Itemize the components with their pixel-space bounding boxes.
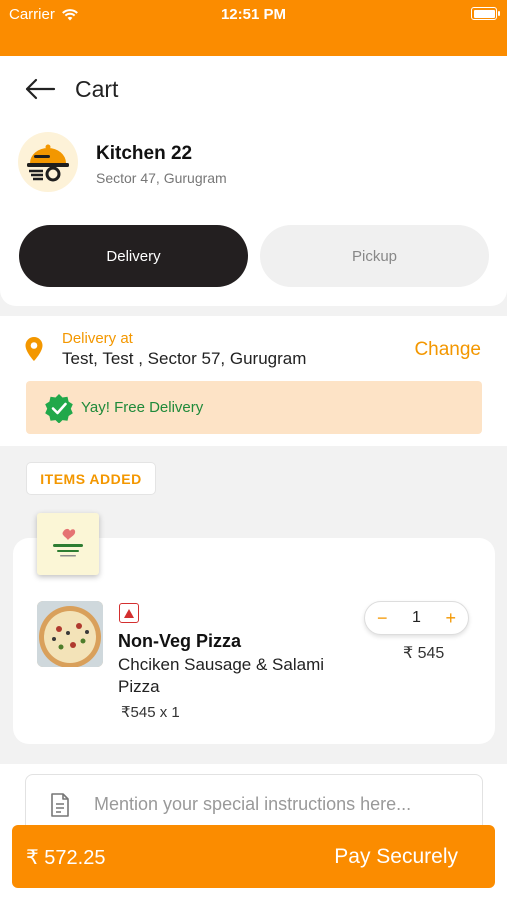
- item-name: Non-Veg Pizza: [118, 631, 242, 651]
- nav-bar: Cart: [0, 56, 507, 120]
- status-time: 12:51 PM: [220, 6, 287, 23]
- verified-badge-icon: [45, 394, 73, 423]
- back-arrow-icon[interactable]: [24, 78, 56, 100]
- status-bar: Carrier 12:51 PM: [0, 0, 507, 56]
- pizza-image: [37, 601, 103, 667]
- battery-icon: [471, 7, 500, 20]
- quantity-value: 1: [412, 609, 421, 626]
- item-description: Chciken Sausage & Salami Pizza: [118, 655, 325, 696]
- decrement-button[interactable]: −: [377, 608, 388, 629]
- delivery-address-card: Delivery at Test, Test , Sector 57, Guru…: [0, 316, 507, 446]
- restaurant-logo: [18, 132, 78, 192]
- item-total-price: ₹ 545: [403, 645, 445, 662]
- free-delivery-text: Yay! Free Delivery: [81, 399, 204, 416]
- food-cloche-icon: [27, 144, 69, 182]
- page-title: Cart: [75, 76, 119, 102]
- brand-logo: [37, 513, 99, 575]
- restaurant-card: Kitchen 22 Sector 47, Gurugram Delivery …: [0, 118, 507, 306]
- restaurant-name: Kitchen 22: [96, 143, 193, 164]
- free-delivery-banner: Yay! Free Delivery: [26, 381, 482, 434]
- quantity-stepper: − 1 +: [364, 601, 469, 635]
- delivery-toggle-button[interactable]: Delivery: [19, 225, 248, 287]
- non-veg-indicator-icon: [119, 603, 139, 623]
- pay-securely-button[interactable]: Pay Securely: [334, 845, 458, 869]
- special-instructions-placeholder: Mention your special instructions here..…: [94, 794, 412, 814]
- items-added-label: ITEMS ADDED: [26, 462, 156, 495]
- location-pin-icon: [25, 337, 43, 361]
- pickup-toggle-button[interactable]: Pickup: [260, 225, 489, 287]
- restaurant-location: Sector 47, Gurugram: [96, 170, 227, 186]
- delivery-address: Test, Test , Sector 57, Gurugram: [62, 349, 307, 368]
- note-icon: [51, 793, 69, 817]
- total-amount: ₹ 572.25: [26, 847, 106, 869]
- pay-securely-bar[interactable]: ₹ 572.25 Pay Securely: [12, 825, 495, 888]
- change-address-link[interactable]: Change: [414, 339, 481, 361]
- increment-button[interactable]: +: [445, 608, 456, 629]
- item-unit-price: ₹545 x 1: [121, 704, 180, 721]
- delivery-at-label: Delivery at: [62, 330, 133, 347]
